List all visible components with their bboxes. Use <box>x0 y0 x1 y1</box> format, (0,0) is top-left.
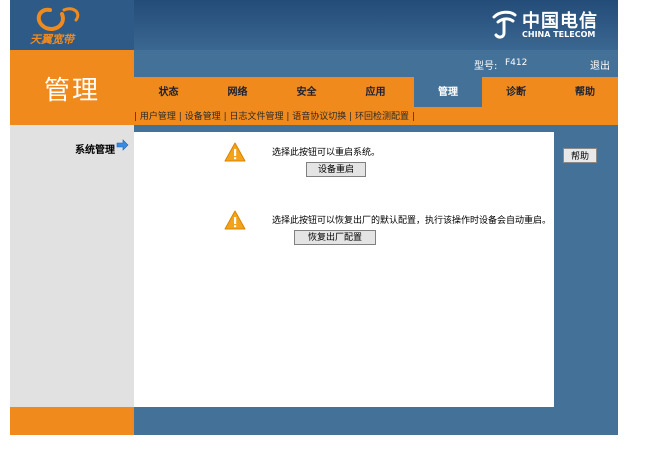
help-button[interactable]: 帮助 <box>563 148 597 163</box>
subnav-voice-protocol[interactable]: 语音协议切换 <box>292 112 346 122</box>
tab-help[interactable]: 帮助 <box>552 77 618 107</box>
reset-message: 选择此按钮可以恢复出厂的默认配置，执行该操作时设备会自动重启。 <box>272 216 552 226</box>
warning-icon <box>224 142 246 162</box>
subnav-log-management[interactable]: 日志文件管理 <box>229 112 283 122</box>
footer-left <box>10 407 134 435</box>
model-label: 型号: <box>474 61 498 72</box>
china-telecom-logo-icon <box>492 10 517 39</box>
reboot-message: 选择此按钮可以重启系统。 <box>272 148 381 158</box>
tab-network[interactable]: 网络 <box>203 77 272 107</box>
tab-diagnostics[interactable]: 诊断 <box>482 77 550 107</box>
brand-text: 天翼宽带 <box>30 33 74 46</box>
page-title: 管理 <box>43 76 100 106</box>
china-telecom-english: CHINA TELECOM <box>522 30 596 39</box>
tab-security[interactable]: 安全 <box>272 77 341 107</box>
tab-application[interactable]: 应用 <box>341 77 410 107</box>
tab-management[interactable]: 管理 <box>414 77 482 107</box>
content-top-border <box>134 125 554 132</box>
logout-link[interactable]: 退出 <box>590 57 610 72</box>
reboot-device-button[interactable]: 设备重启 <box>306 162 366 177</box>
model-bar <box>134 50 618 77</box>
tab-status[interactable]: 状态 <box>134 77 203 107</box>
help-panel <box>554 125 618 407</box>
factory-reset-button[interactable]: 恢复出厂配置 <box>294 230 376 245</box>
subnav-device-management[interactable]: 设备管理 <box>185 112 221 122</box>
subnav-user-management[interactable]: 用户管理 <box>140 112 176 122</box>
model-value: F412 <box>505 58 528 68</box>
sidebar <box>10 125 134 407</box>
arrow-right-icon <box>116 139 129 151</box>
footer-right <box>134 407 618 435</box>
warning-icon <box>224 210 246 230</box>
sidebar-item-system-management[interactable]: 系统管理 <box>75 141 115 156</box>
subnav-loopback-detection[interactable]: 环回检测配置 <box>355 112 409 122</box>
subnav: | 用户管理 | 设备管理 | 日志文件管理 | 语音协议切换 | 环回检测配置… <box>134 112 415 122</box>
